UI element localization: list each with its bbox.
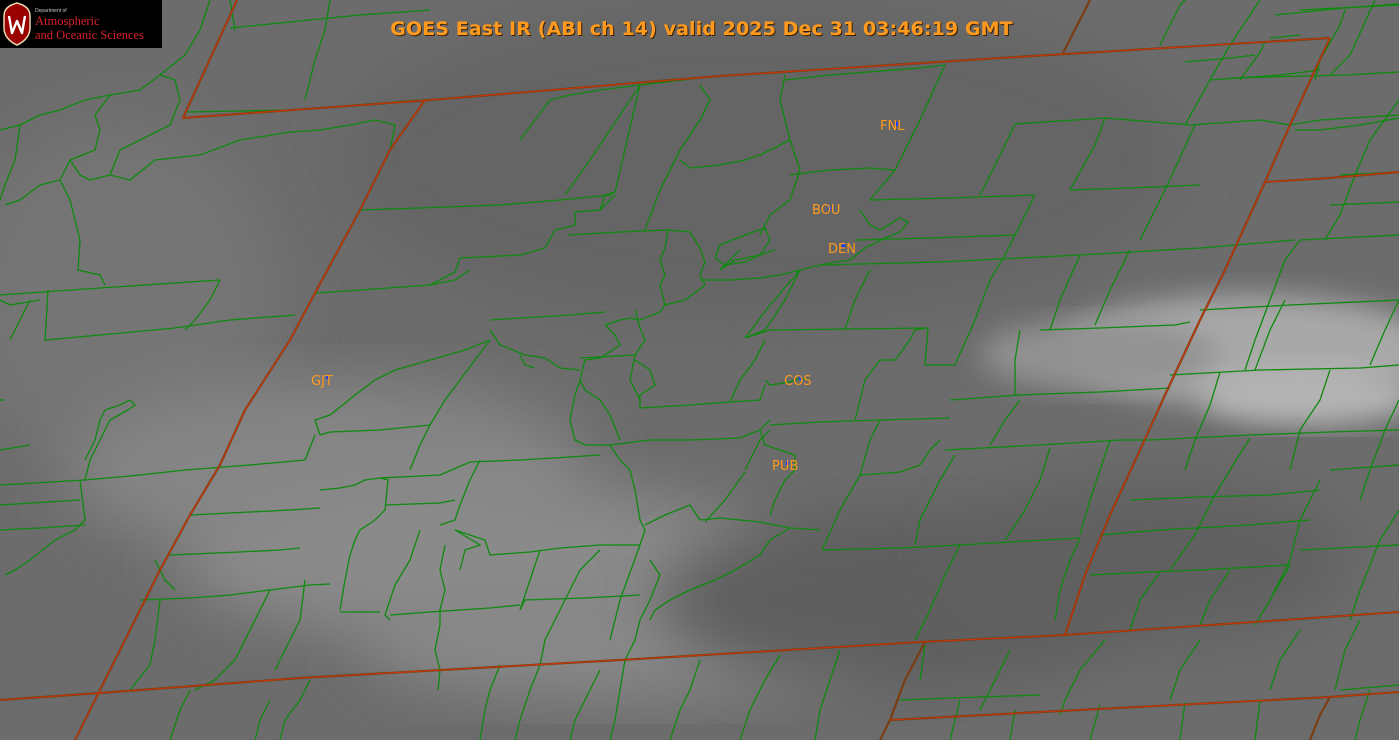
satellite-map: Department of Atmospheric and Oceanic Sc… xyxy=(0,0,1399,740)
station-label-pub: PUB xyxy=(772,459,799,474)
station-label-bou: BOU xyxy=(812,203,841,218)
station-label-fnl: FNL xyxy=(880,119,905,134)
station-label-gjt: GJT xyxy=(311,374,333,389)
station-label-den: DEN xyxy=(828,242,856,257)
image-title: GOES East IR (ABI ch 14) valid 2025 Dec … xyxy=(390,18,1013,40)
station-label-cos: COS xyxy=(784,374,812,389)
map-canvas xyxy=(0,0,1399,740)
